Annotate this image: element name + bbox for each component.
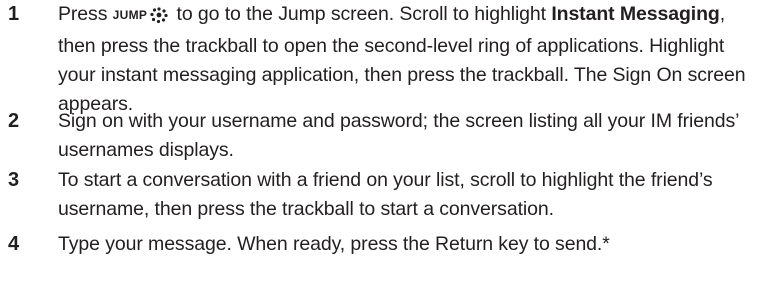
step-number: 3 [8,169,20,191]
step-text: To start a conversation with a friend on… [58,169,713,220]
step-number: 4 [8,233,20,255]
step-text: Type your message. When ready, press the… [58,233,610,255]
jump-key-label: JUMP [112,8,148,22]
dots-circle-icon [149,3,169,32]
step-text: Sign on with your username and password;… [58,110,739,161]
step-text-middle: to go to the Jump screen. Scroll to high… [171,3,552,25]
step-number: 2 [8,110,20,132]
step-number: 1 [8,3,20,25]
step-text-intro: Press [58,3,113,25]
step-text: Press JUMP to go to the Jump screen. Scr… [58,0,748,119]
instant-messaging-term: Instant Messaging [551,3,720,25]
